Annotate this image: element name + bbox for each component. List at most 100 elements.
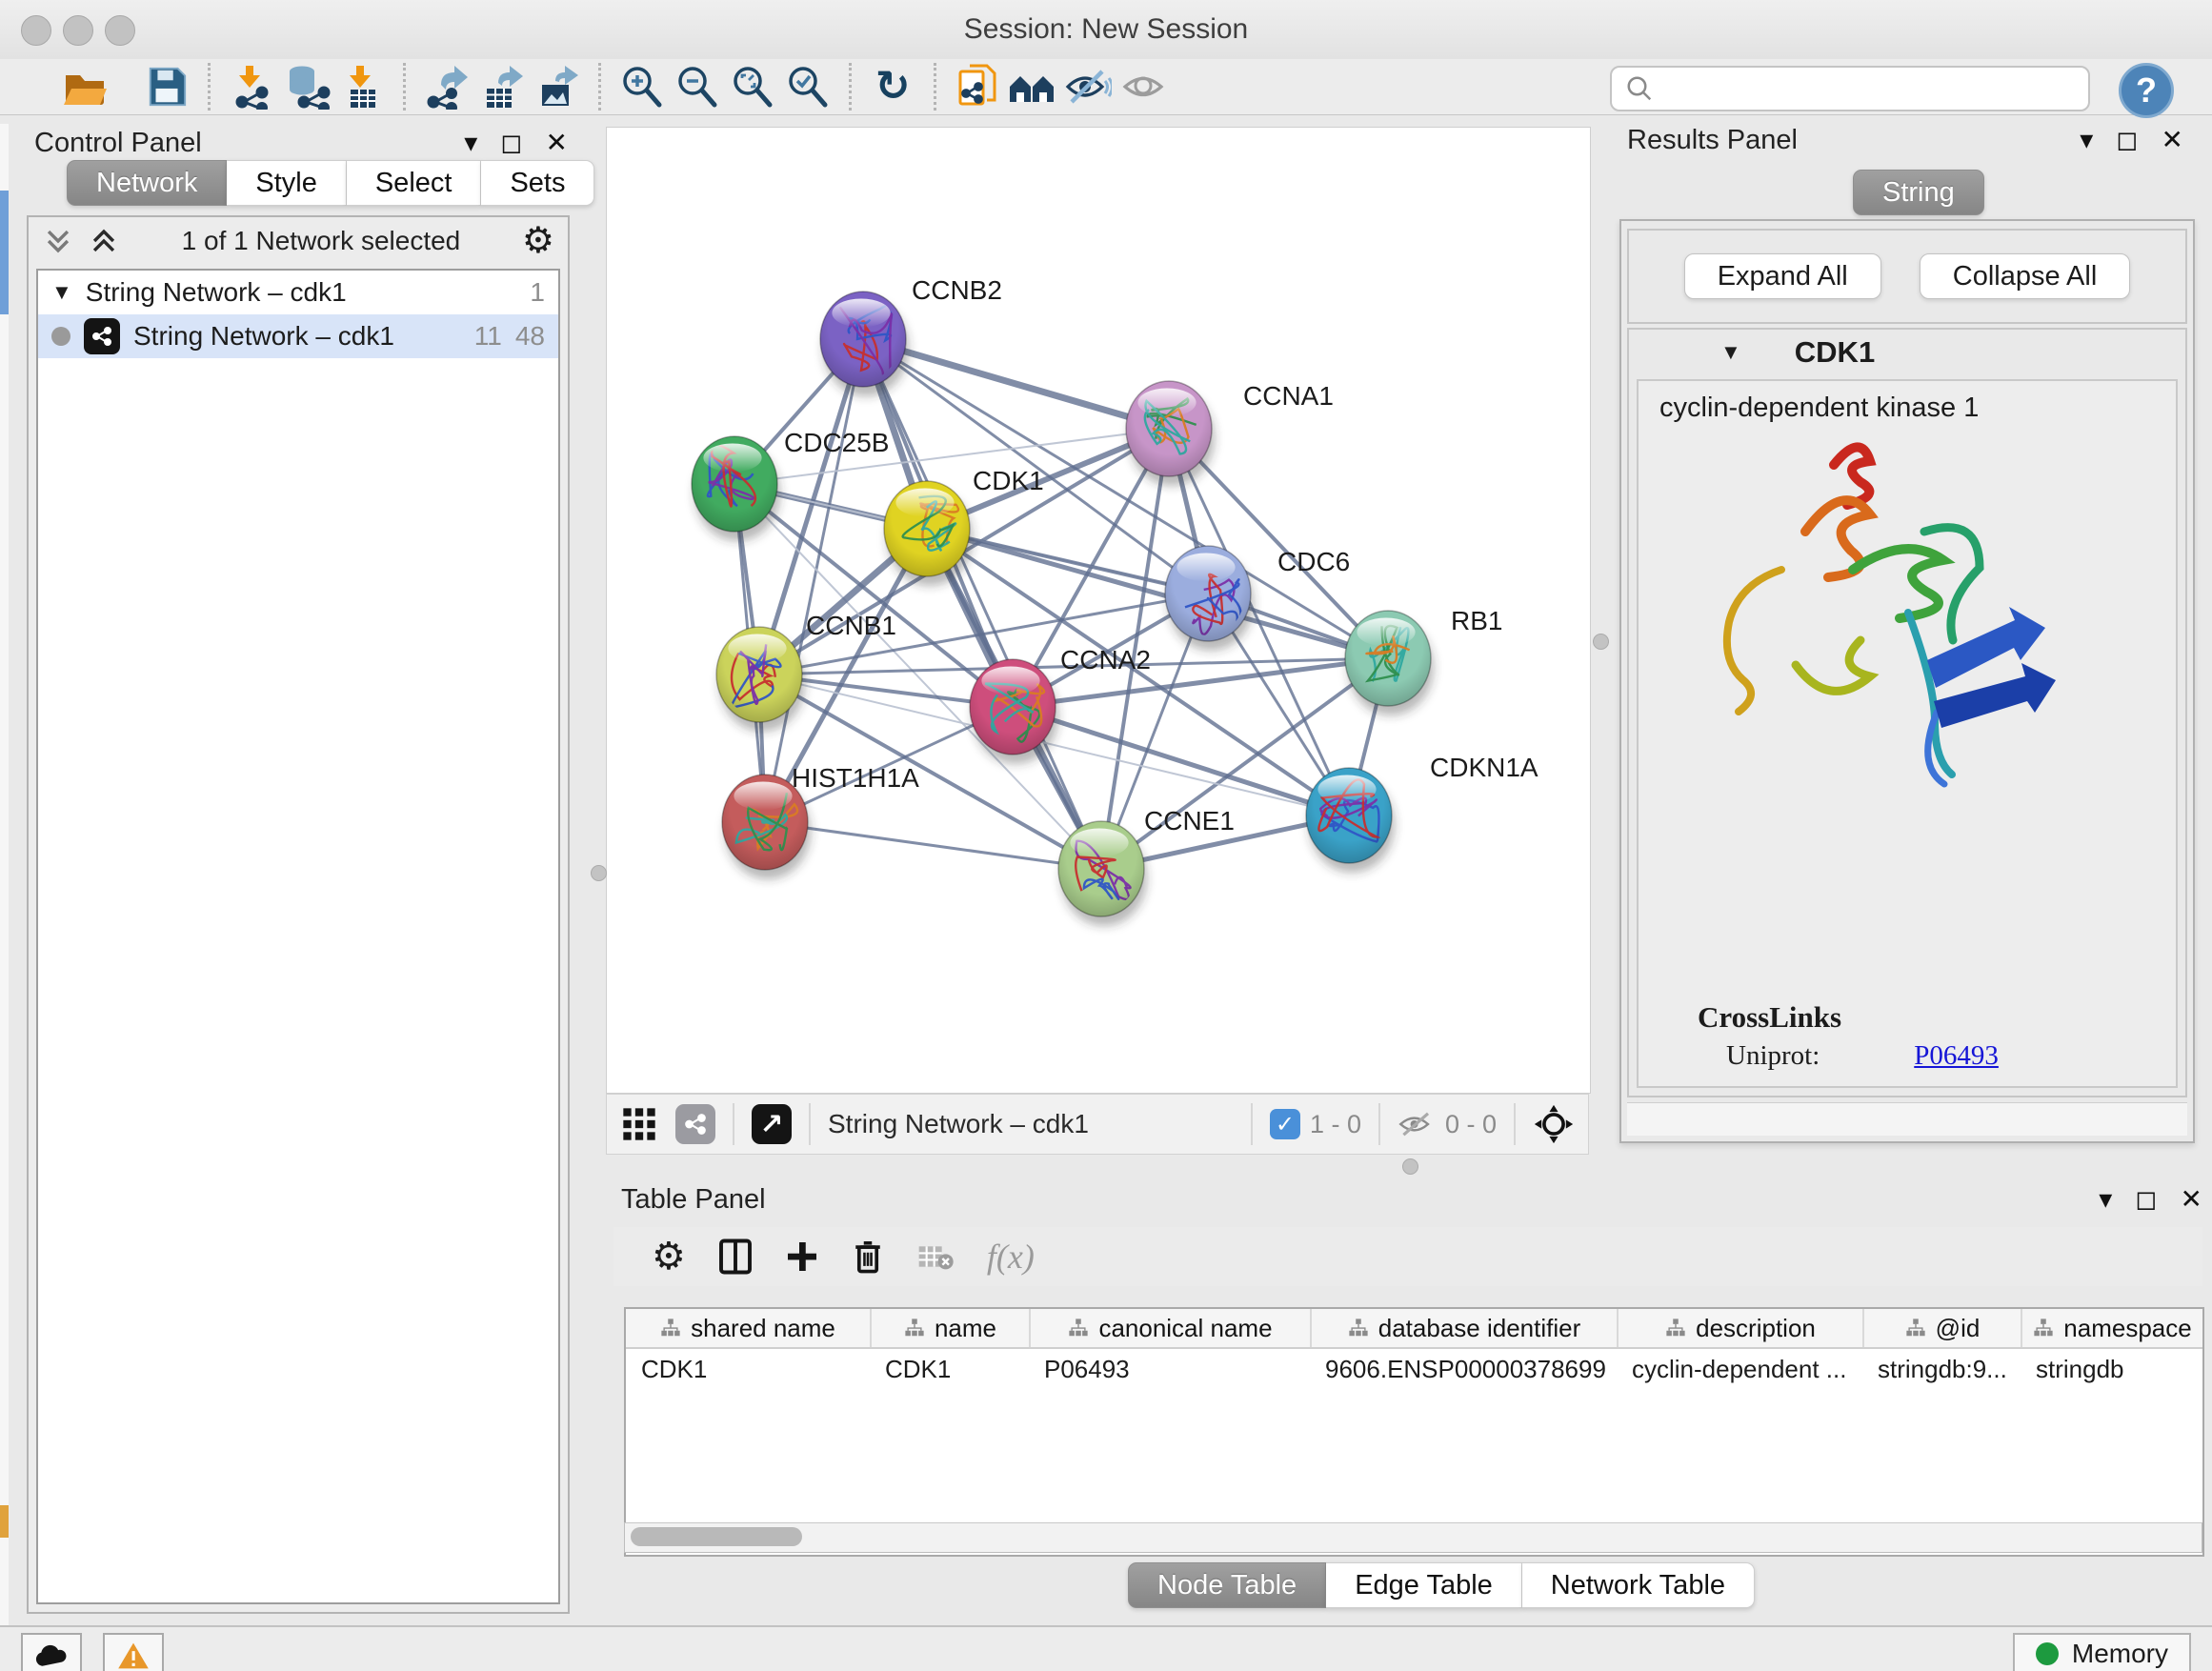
crosslink-link[interactable]: P06493 [1914,1040,1999,1071]
string-document-icon [955,64,1000,110]
network-edge-CCNB2-CCNA1[interactable] [863,339,1169,429]
table-cell[interactable]: stringdb [2021,1349,2202,1389]
column-header-description[interactable]: description [1617,1309,1862,1347]
table-cell[interactable]: CDK1 [626,1349,870,1389]
network-canvas[interactable]: CCNB2CCNA1CDC25BCDK1CDC6RB1CCNB1CCNA2CDK… [606,127,1591,1094]
table-cell[interactable]: P06493 [1029,1349,1310,1389]
tab-network[interactable]: Network [67,160,227,206]
table-row[interactable]: CDK1CDK1P064939606.ENSP00000378699cyclin… [626,1349,2202,1389]
network-share-icon[interactable] [675,1104,715,1144]
protein-section-header[interactable]: ▼ CDK1 [1629,330,2185,375]
bottom-splitter-handle[interactable] [1402,1158,1418,1175]
network-node-CCNB1[interactable] [716,627,805,732]
delete-column-trash-icon[interactable] [852,1238,884,1276]
table-cell[interactable]: 9606.ENSP00000378699 [1310,1349,1617,1389]
hide-glass-button[interactable] [1060,62,1116,111]
collapse-all-button[interactable]: Collapse All [1920,253,2131,299]
open-session-button[interactable] [57,62,112,111]
network-options-gear-icon[interactable]: ⚙ [522,223,554,259]
column-header-namespace[interactable]: namespace [2021,1309,2202,1347]
tab-network-table[interactable]: Network Table [1522,1562,1755,1608]
string-home-button[interactable] [1005,62,1060,111]
search-input[interactable] [1654,74,2088,104]
table-scrollbar-thumb[interactable] [631,1527,802,1546]
network-node-CCNA2[interactable] [970,659,1058,764]
collapse-all-chevron-icon[interactable] [42,225,74,257]
hidden-eye-slash-icon[interactable] [1398,1109,1436,1139]
birdseye-grid-icon[interactable] [620,1105,658,1143]
expand-all-button[interactable]: Expand All [1684,253,1881,299]
results-panel-scrollbar[interactable] [1627,1102,2187,1136]
help-button[interactable]: ? [2119,63,2174,118]
table-cell[interactable]: cyclin-dependent ... [1617,1349,1862,1389]
import-network-button[interactable] [224,62,279,111]
selected-checkbox-icon[interactable]: ✓ [1270,1109,1300,1139]
table-cell[interactable]: CDK1 [870,1349,1029,1389]
network-edge-HIST1H1A-CCNE1[interactable] [765,822,1101,869]
import-table-button[interactable] [334,62,390,111]
network-collection-row[interactable]: ▼ String Network – cdk1 1 [38,271,558,314]
results-panel-float-icon[interactable]: ◻ [2116,127,2138,153]
zoom-in-button[interactable] [614,62,670,111]
table-panel-close-icon[interactable]: ✕ [2181,1186,2202,1213]
save-session-button[interactable] [139,62,194,111]
results-panel-close-icon[interactable]: ✕ [2162,127,2183,153]
column-header--id[interactable]: @id [1862,1309,2021,1347]
control-panel-menu-icon[interactable]: ▾ [464,130,477,156]
network-node-CDC25B[interactable] [692,436,780,541]
protein-expand-icon[interactable]: ▼ [1720,340,1741,365]
network-node-CCNE1[interactable] [1058,821,1147,926]
network-row[interactable]: String Network – cdk1 11 48 [38,314,558,358]
results-panel-menu-icon[interactable]: ▾ [2080,127,2093,153]
table-panel-menu-icon[interactable]: ▾ [2099,1186,2112,1213]
zoom-out-button[interactable] [670,62,725,111]
left-splitter-handle[interactable] [591,865,607,881]
add-column-icon[interactable] [785,1239,819,1274]
expand-all-chevron-icon[interactable] [88,225,120,257]
apply-layout-button[interactable]: ↻ [865,62,920,111]
memory-button[interactable]: Memory [2013,1633,2191,1671]
network-node-CDKN1A[interactable] [1306,768,1395,873]
network-node-RB1[interactable] [1345,611,1434,715]
zoom-fit-button[interactable] [725,62,780,111]
tab-style[interactable]: Style [227,160,346,206]
right-splitter-handle[interactable] [1593,634,1609,650]
column-header-label: @id [1936,1314,1981,1343]
table-horizontal-scrollbar[interactable] [624,1522,2202,1553]
tab-edge-table[interactable]: Edge Table [1326,1562,1522,1608]
tab-select[interactable]: Select [347,160,482,206]
column-header-database-identifier[interactable]: database identifier [1310,1309,1617,1347]
center-view-crosshair-icon[interactable] [1533,1103,1575,1145]
export-image-button[interactable] [530,62,585,111]
string-import-button[interactable] [950,62,1005,111]
network-node-CDK1[interactable] [884,481,973,586]
zoom-selected-icon [785,64,831,110]
table-cell[interactable]: stringdb:9... [1862,1349,2021,1389]
network-node-CCNB2[interactable] [820,292,909,396]
control-panel-close-icon[interactable]: ✕ [546,130,568,156]
table-panel-float-icon[interactable]: ◻ [2135,1186,2157,1213]
show-columns-icon[interactable] [718,1238,753,1276]
column-header-canonical-name[interactable]: canonical name [1029,1309,1310,1347]
column-header-shared-name[interactable]: shared name [626,1309,870,1347]
network-node-CCNA1[interactable] [1126,381,1215,486]
export-table-button[interactable] [474,62,530,111]
collection-expand-icon[interactable]: ▼ [51,280,72,305]
control-panel-float-icon[interactable]: ◻ [500,130,522,156]
show-glass-button[interactable] [1116,62,1171,111]
import-network-from-database-button[interactable] [279,62,334,111]
export-network-button[interactable] [419,62,474,111]
table-options-gear-icon[interactable]: ⚙ [652,1238,686,1276]
zoom-selected-button[interactable] [780,62,835,111]
tab-sets[interactable]: Sets [481,160,594,206]
node-label-CDC25B: CDC25B [784,428,889,457]
open-folder-icon [62,64,108,110]
tab-node-table[interactable]: Node Table [1128,1562,1326,1608]
network-edge-CCNB2-HIST1H1A[interactable] [765,339,863,822]
warning-status-button[interactable] [103,1633,164,1671]
tab-string[interactable]: String [1853,170,1984,215]
network-node-CDC6[interactable] [1165,546,1254,651]
detach-view-icon[interactable]: ↗ [752,1104,792,1144]
column-header-name[interactable]: name [870,1309,1029,1347]
cloud-status-button[interactable] [21,1633,82,1671]
